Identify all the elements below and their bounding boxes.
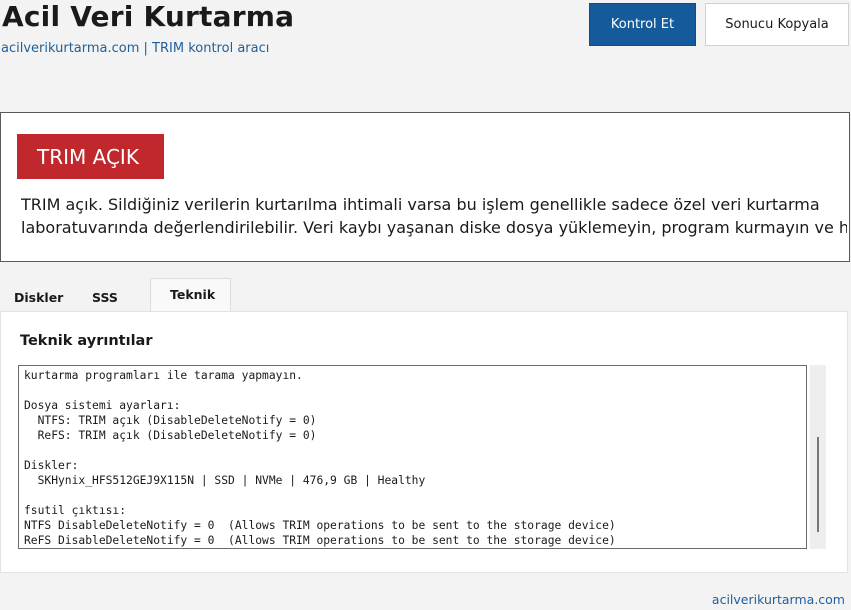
tab-faq[interactable]: SSS <box>92 290 118 305</box>
technical-line: ReFS DisableDeleteNotify = 0 (Allows TRI… <box>24 534 616 547</box>
technical-line: NTFS DisableDeleteNotify = 0 (Allows TRI… <box>24 519 616 532</box>
tab-technical[interactable]: Teknik <box>170 287 215 302</box>
status-description-line: laboratuvarında değerlendirilebilir. Ver… <box>21 218 847 237</box>
trim-status-badge: TRIM AÇIK <box>17 134 164 179</box>
technical-line: NTFS: TRIM açık (DisableDeleteNotify = 0… <box>24 414 317 427</box>
technical-line: SKHynix_HFS512GEJ9X115N | SSD | NVMe | 4… <box>24 474 426 487</box>
copy-result-button[interactable]: Sonucu Kopyala <box>705 3 849 46</box>
scrollbar-thumb[interactable] <box>817 437 819 532</box>
technical-line <box>24 383 801 398</box>
status-description-line: TRIM açık. Sildiğiniz verilerin kurtarıl… <box>21 195 820 214</box>
status-description: TRIM açık. Sildiğiniz verilerin kurtarıl… <box>21 193 847 239</box>
technical-line <box>24 488 801 503</box>
footer-website-link[interactable]: acilverikurtarma.com <box>712 592 845 607</box>
app-title: Acil Veri Kurtarma <box>2 0 295 33</box>
tab-disks[interactable]: Diskler <box>14 290 63 305</box>
technical-line: fsutil çıktısı: <box>24 504 127 517</box>
check-button[interactable]: Kontrol Et <box>589 3 696 46</box>
technical-details-textbox[interactable]: kurtarma programları ile tarama yapmayın… <box>18 365 807 549</box>
app-subtitle: acilverikurtarma.com | TRIM kontrol arac… <box>1 41 270 56</box>
technical-line: Diskler: <box>24 459 79 472</box>
technical-heading: Teknik ayrıntılar <box>20 333 153 349</box>
technical-line <box>24 443 801 458</box>
status-card: TRIM AÇIK TRIM açık. Sildiğiniz verileri… <box>0 112 850 262</box>
technical-line: ReFS: TRIM açık (DisableDeleteNotify = 0… <box>24 429 317 442</box>
technical-line: Dosya sistemi ayarları: <box>24 399 181 412</box>
technical-line: kurtarma programları ile tarama yapmayın… <box>24 369 303 382</box>
